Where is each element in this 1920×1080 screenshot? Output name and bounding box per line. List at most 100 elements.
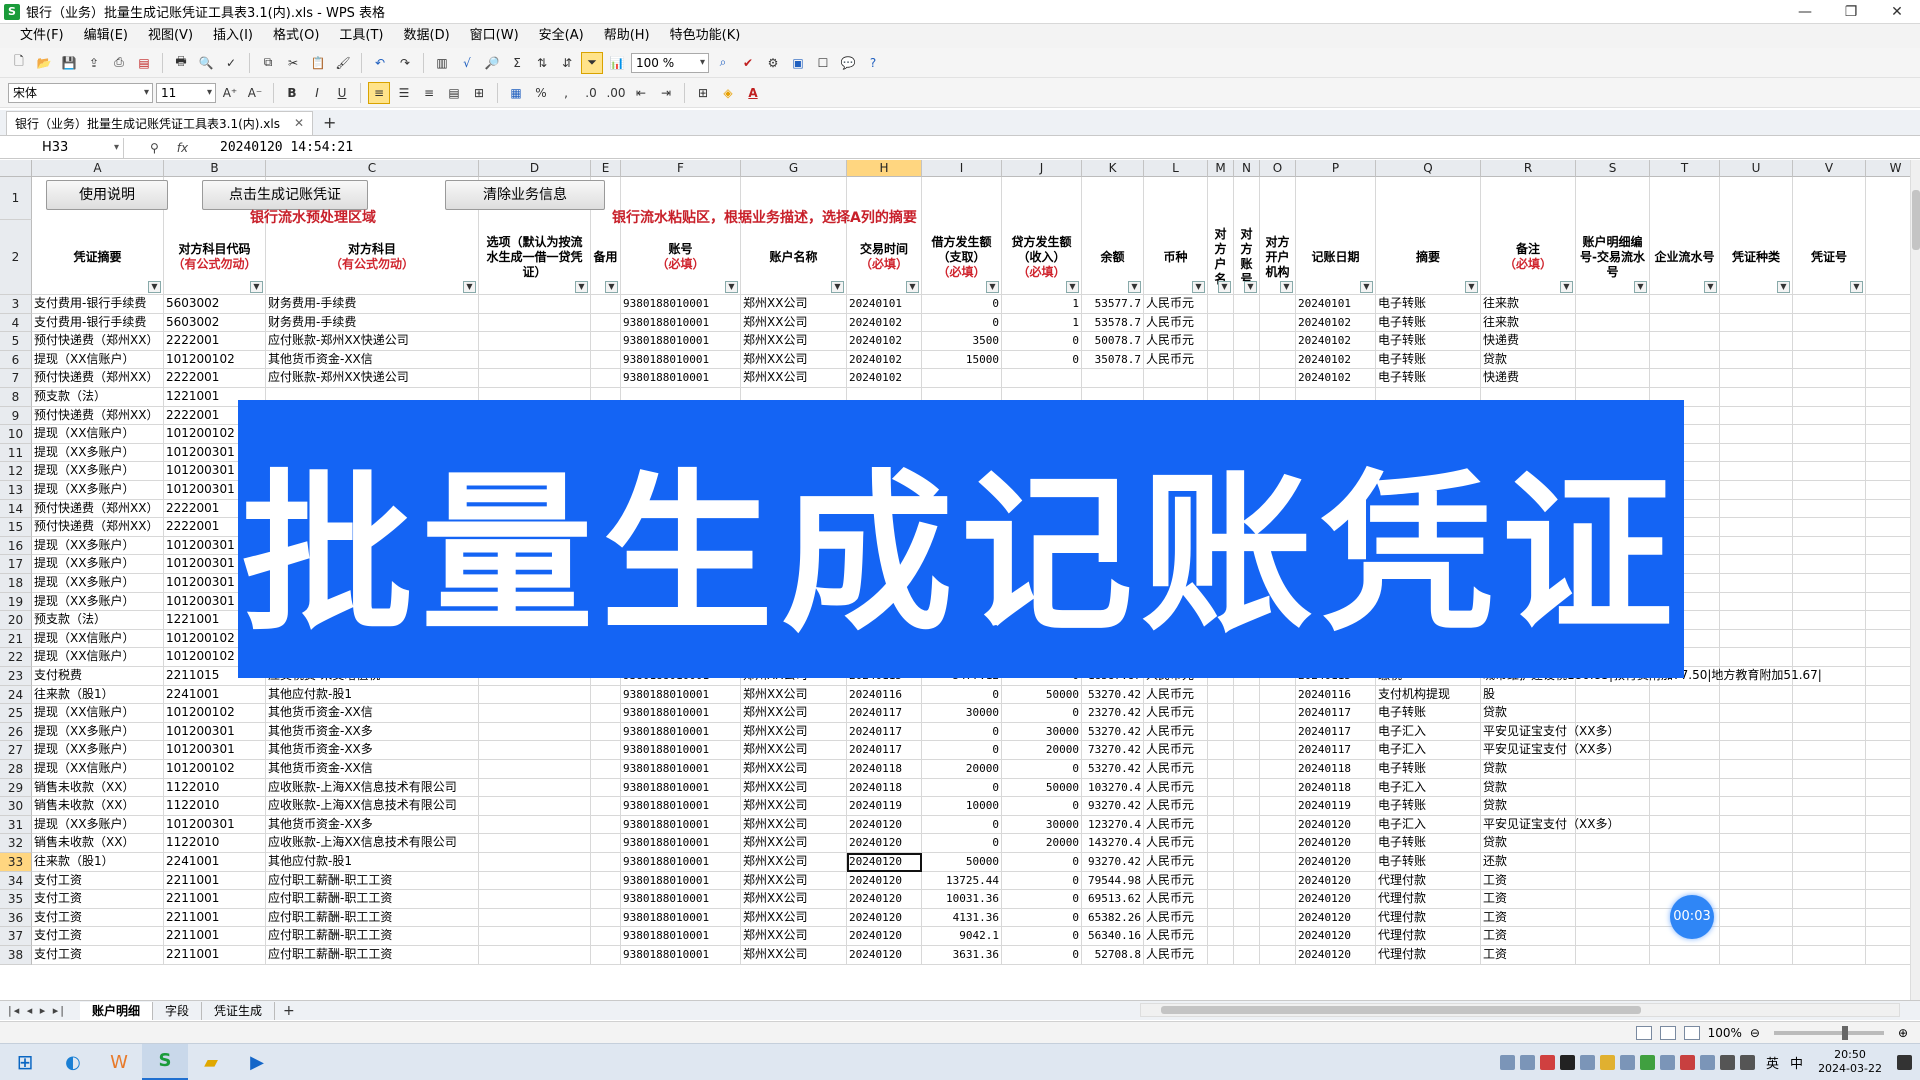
table-cell[interactable] [1208,722,1234,742]
table-cell[interactable] [1866,816,1910,835]
table-cell[interactable]: 103270.4 [1082,778,1144,798]
table-cell[interactable] [591,369,621,388]
table-cell[interactable] [1720,834,1793,853]
table-cell[interactable] [479,760,591,779]
table-cell[interactable] [1720,648,1793,667]
restore-button[interactable]: ❐ [1828,0,1874,24]
table-cell[interactable] [1260,871,1296,891]
row-header[interactable]: 26 [0,722,32,742]
table-cell[interactable]: 53270.42 [1082,722,1144,742]
table-cell[interactable] [1208,350,1234,370]
filter-dropdown-icon[interactable]: ▼ [1634,281,1647,293]
table-cell[interactable] [479,834,591,853]
table-cell[interactable]: 0 [1002,332,1082,351]
table-cell[interactable] [1866,686,1910,705]
table-cell[interactable]: 20240117 [847,722,922,742]
add-sheet-button[interactable]: + [283,1003,295,1019]
sort-ascending-icon[interactable]: ⇅ [531,52,553,74]
zoom-in-icon[interactable]: ⊕ [1898,1026,1908,1040]
table-cell[interactable]: 9380188010001 [621,369,741,388]
table-cell[interactable] [1793,797,1866,816]
table-cell[interactable]: 20240118 [1296,760,1376,779]
table-cell[interactable] [1720,499,1793,519]
row-header[interactable]: 2 [0,220,32,295]
table-cell[interactable]: 电子汇入 [1376,815,1481,835]
table-cell[interactable] [1260,369,1296,388]
table-cell[interactable] [1866,444,1910,463]
table-cell[interactable]: 应付职工薪酬-职工工资 [266,946,479,965]
table-cell[interactable] [1720,871,1793,891]
row-header[interactable]: 4 [0,313,32,333]
table-cell[interactable] [1793,778,1866,798]
table-cell[interactable]: 电子汇入 [1376,722,1481,742]
row-header[interactable]: 37 [0,927,32,946]
autofilter-icon[interactable]: ⏷ [581,51,603,74]
table-cell[interactable] [479,778,591,798]
table-cell[interactable]: 0 [1002,797,1082,816]
table-cell[interactable]: 工资 [1481,890,1576,909]
filter-dropdown-icon[interactable]: ▼ [986,281,999,293]
table-cell[interactable] [1234,834,1260,853]
table-cell[interactable]: 20240120 [1296,815,1376,835]
table-cell[interactable] [1720,741,1793,760]
table-cell[interactable] [1866,741,1910,760]
wps-spreadsheet-taskbar-icon[interactable]: S [142,1043,188,1080]
align-right-icon[interactable]: ≡ [418,82,440,104]
usage-instructions-button[interactable]: 使用说明 [46,180,168,210]
table-cell[interactable]: 9380188010001 [621,741,741,760]
table-cell[interactable]: 15000 [922,350,1002,370]
table-cell[interactable]: 20240117 [847,704,922,723]
table-cell[interactable] [1234,908,1260,928]
filter-dropdown-icon[interactable]: ▼ [1465,281,1478,293]
menu-data[interactable]: 数据(D) [394,24,460,48]
table-cell[interactable] [1576,834,1650,853]
table-cell[interactable] [1866,462,1910,481]
table-cell[interactable]: 支付费用-银行手续费 [32,295,164,314]
table-cell[interactable] [1866,314,1910,333]
table-cell[interactable]: 电子汇入 [1376,778,1481,798]
table-cell[interactable]: 郑州XX公司 [741,760,847,779]
table-cell[interactable]: 2211001 [164,908,266,928]
table-cell[interactable] [1720,611,1793,630]
table-cell[interactable]: 20240120 [847,908,922,928]
table-cell[interactable] [1866,872,1910,891]
table-cell[interactable] [1720,778,1793,798]
table-cell[interactable] [1576,704,1650,723]
table-cell[interactable] [1260,350,1296,370]
table-cell[interactable] [591,815,621,835]
table-cell[interactable]: 20240102 [1296,350,1376,370]
table-cell[interactable] [1720,685,1793,705]
table-cell[interactable] [591,946,621,965]
spellcheck-icon[interactable]: ✓ [220,52,242,74]
table-cell[interactable]: 提现（XX多账户） [32,481,164,500]
table-cell[interactable] [1793,648,1866,667]
table-cell[interactable]: 提现（XX多账户） [32,555,164,574]
grid-cell[interactable] [1208,177,1234,220]
table-cell[interactable] [1650,797,1720,816]
table-cell[interactable] [1720,443,1793,463]
grid-cell[interactable] [1650,177,1720,220]
table-cell[interactable] [479,927,591,946]
sort-descending-icon[interactable]: ⇵ [556,52,578,74]
row-header[interactable]: 33 [0,853,32,872]
table-cell[interactable]: 其他货币资金-XX多 [266,815,479,835]
table-cell[interactable]: 支付工资 [32,890,164,909]
table-cell[interactable] [1576,927,1650,946]
table-cell[interactable] [1793,295,1866,314]
table-cell[interactable]: 人民币元 [1144,741,1208,760]
table-cell[interactable]: 郑州XX公司 [741,797,847,816]
table-cell[interactable]: 人民币元 [1144,313,1208,333]
table-cell[interactable]: 郑州XX公司 [741,853,847,872]
tray-app-icon[interactable] [1580,1054,1596,1070]
table-cell[interactable] [1234,946,1260,965]
table-cell[interactable]: 50000 [1002,685,1082,705]
table-cell[interactable] [1576,946,1650,965]
table-cell[interactable] [1260,834,1296,853]
table-cell[interactable] [591,927,621,946]
find-icon[interactable]: 🔎 [481,52,503,74]
table-cell[interactable]: 9380188010001 [621,908,741,928]
media-app-icon[interactable]: ▶ [234,1044,280,1080]
row-header[interactable]: 14 [0,499,32,519]
table-cell[interactable]: 1122010 [164,797,266,816]
table-cell[interactable] [1793,611,1866,630]
